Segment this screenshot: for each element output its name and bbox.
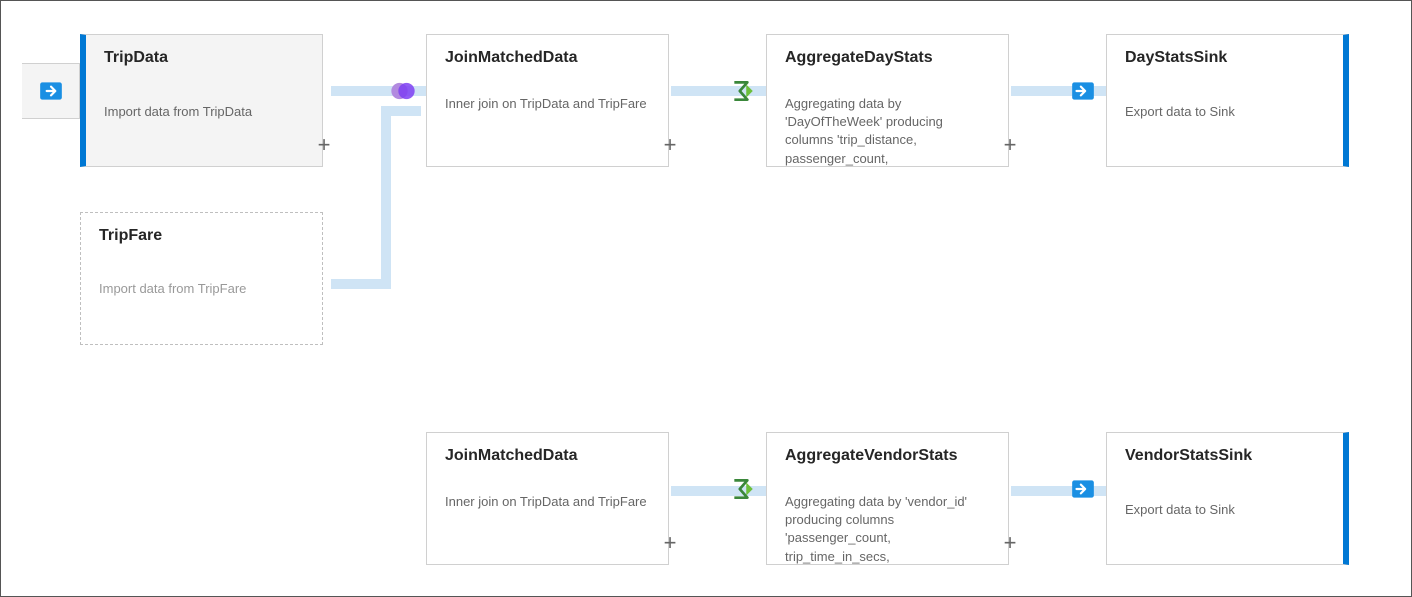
node-title: JoinMatchedData — [445, 447, 650, 465]
join-icon-chip — [378, 63, 428, 119]
node-title: JoinMatchedData — [445, 49, 650, 67]
node-description: Inner join on TripData and TripFare — [445, 493, 650, 511]
sink-icon-chip — [1058, 461, 1108, 517]
add-button[interactable]: + — [304, 130, 344, 160]
sink-icon — [1070, 476, 1096, 502]
node-title: VendorStatsSink — [1125, 447, 1325, 465]
node-vendor-sink[interactable]: VendorStatsSink Export data to Sink — [1106, 432, 1349, 565]
dataflow-canvas[interactable]: TripData Import data from TripData + Joi… — [1, 1, 1411, 596]
node-title: AggregateDayStats — [785, 49, 990, 67]
add-button[interactable]: + — [650, 130, 690, 160]
source-icon — [38, 78, 64, 104]
node-description: Import data from TripData — [104, 103, 304, 121]
join-icon — [389, 77, 417, 105]
node-title: DayStatsSink — [1125, 49, 1325, 67]
node-title: AggregateVendorStats — [785, 447, 990, 465]
node-description: Import data from TripFare — [99, 281, 304, 296]
node-title: TripFare — [99, 227, 304, 245]
add-button[interactable]: + — [650, 528, 690, 558]
node-description: Inner join on TripData and TripFare — [445, 95, 650, 113]
node-description: Export data to Sink — [1125, 103, 1325, 121]
node-join-bottom[interactable]: JoinMatchedData Inner join on TripData a… — [426, 432, 669, 565]
node-description: Aggregating data by 'vendor_id' producin… — [785, 493, 990, 566]
node-aggregate-day[interactable]: AggregateDayStats Aggregating data by 'D… — [766, 34, 1009, 167]
source-icon-chip — [22, 63, 80, 119]
node-description: Aggregating data by 'DayOfTheWeek' produ… — [785, 95, 990, 168]
sink-icon-chip — [1058, 63, 1108, 119]
node-day-sink[interactable]: DayStatsSink Export data to Sink — [1106, 34, 1349, 167]
aggregate-icon-chip — [718, 461, 768, 517]
sigma-icon — [730, 476, 756, 502]
node-description: Export data to Sink — [1125, 501, 1325, 519]
node-tripfare[interactable]: TripFare Import data from TripFare — [80, 212, 323, 345]
add-button[interactable]: + — [990, 130, 1030, 160]
node-tripdata[interactable]: TripData Import data from TripData + — [80, 34, 323, 167]
aggregate-icon-chip — [718, 63, 768, 119]
sigma-icon — [730, 78, 756, 104]
add-button[interactable]: + — [990, 528, 1030, 558]
node-join-top[interactable]: JoinMatchedData Inner join on TripData a… — [426, 34, 669, 167]
node-aggregate-vendor[interactable]: AggregateVendorStats Aggregating data by… — [766, 432, 1009, 565]
node-title: TripData — [104, 49, 304, 67]
sink-icon — [1070, 78, 1096, 104]
